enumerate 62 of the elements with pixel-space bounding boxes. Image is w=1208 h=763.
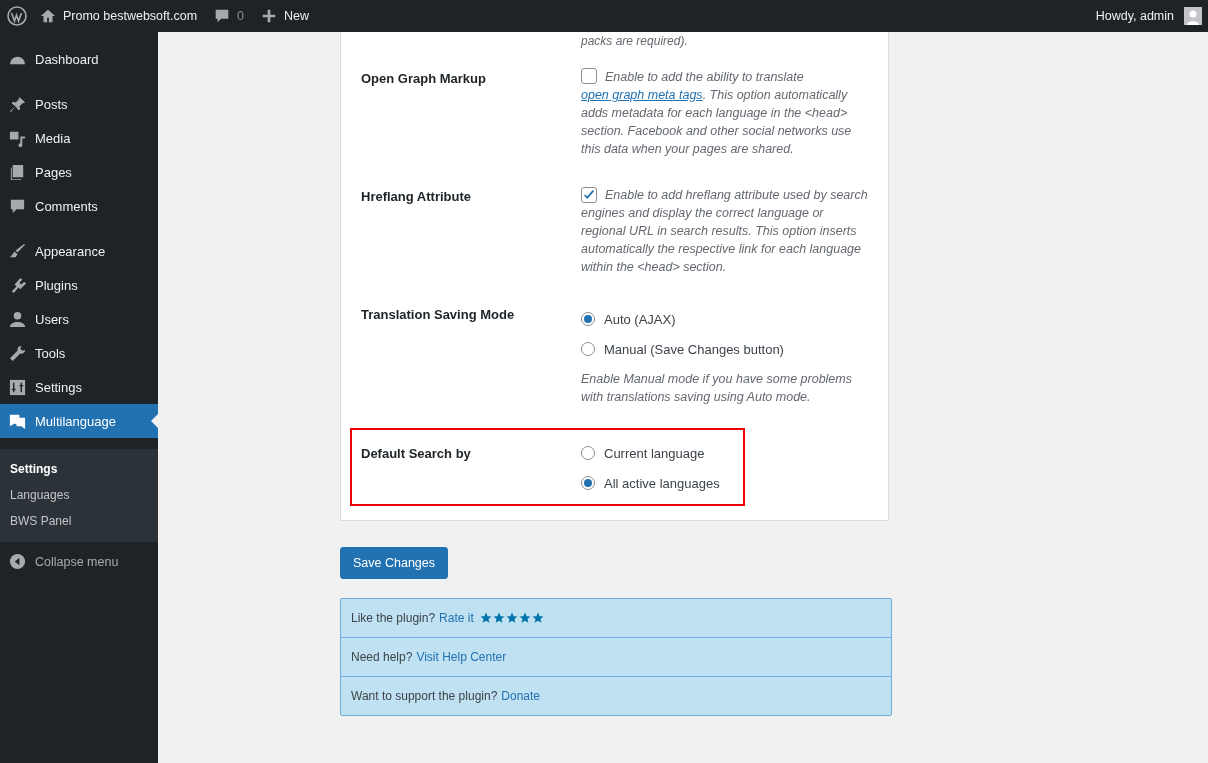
comments-link[interactable]: 0 xyxy=(213,7,245,25)
sidebar-item[interactable]: Users xyxy=(0,302,158,336)
star-icon xyxy=(492,612,505,624)
info-link[interactable]: Rate it xyxy=(439,611,474,625)
sidebar-item[interactable]: Media xyxy=(0,121,158,155)
sidebar-item[interactable]: Posts xyxy=(0,87,158,121)
pin-icon xyxy=(8,94,27,114)
user-icon xyxy=(8,309,27,329)
wrench-icon xyxy=(8,343,27,363)
submenu-item[interactable]: BWS Panel xyxy=(0,508,158,534)
sidebar-item[interactable]: Tools xyxy=(0,336,158,370)
submenu-item[interactable]: Languages xyxy=(0,482,158,508)
star-icon xyxy=(505,612,518,624)
radio-label: Current language xyxy=(604,445,705,461)
wordpress-logo-icon[interactable] xyxy=(7,6,27,26)
radio-label: All active languages xyxy=(604,475,720,491)
info-text: Need help? xyxy=(351,650,413,664)
description-text: Enable Manual mode if you have some problems with translations saving using Auto mode. xyxy=(581,371,853,406)
setting-label: Hreflang Attribute xyxy=(361,188,473,206)
star-icon xyxy=(518,612,531,624)
radio-button[interactable] xyxy=(581,342,595,356)
sidebar-item[interactable]: Comments xyxy=(0,189,158,223)
star-icon xyxy=(531,612,544,624)
checkbox[interactable] xyxy=(581,68,597,84)
checkbox-description: Enable to add hreflang attribute used by search engines and display the correct language or regional URL in search results. This option inserts automatically the respective link for each language within the <head> section. xyxy=(581,186,868,276)
sidebar-item[interactable]: Multilanguage xyxy=(0,404,158,438)
sidebar-item[interactable]: Dashboard xyxy=(0,42,158,76)
comment-count: 0 xyxy=(237,9,245,23)
sliders-icon xyxy=(8,377,27,397)
submenu-item[interactable]: Settings xyxy=(0,456,158,482)
greeting: Howdy, admin xyxy=(1095,9,1174,23)
radio-button[interactable] xyxy=(581,312,595,326)
new-label: New xyxy=(284,9,310,23)
checkbox[interactable] xyxy=(581,187,597,203)
radio-label: Manual (Save Changes button) xyxy=(604,341,784,357)
info-link[interactable]: Donate xyxy=(501,689,541,703)
collapse-icon xyxy=(8,552,27,571)
info-link[interactable]: Visit Help Center xyxy=(416,650,507,664)
save-changes-button[interactable]: Save Changes xyxy=(340,547,448,579)
checkbox-description: Enable to add the ability to translate open graph meta tags. This option automatically adds metadata for each language in the <head> section. Facebook and other social networks use this data when your pages are shared. xyxy=(581,68,853,158)
description-text: packs are required). xyxy=(581,33,689,50)
star-icon xyxy=(479,612,492,624)
radio-button[interactable] xyxy=(581,476,595,490)
sidebar-item[interactable]: Pages xyxy=(0,155,158,189)
setting-label: Default Search by xyxy=(361,445,472,463)
home-icon xyxy=(39,7,57,25)
sidebar-item[interactable]: Plugins xyxy=(0,268,158,302)
avatar-icon xyxy=(1184,7,1202,25)
setting-label: Translation Saving Mode xyxy=(361,306,516,324)
site-name: Promo bestwebsoft.com xyxy=(63,9,198,23)
radio-button[interactable] xyxy=(581,446,595,460)
info-text: Like the plugin? xyxy=(351,611,436,625)
setting-label: Open Graph Markup xyxy=(361,70,487,88)
meta-tags-link[interactable]: open graph meta tags xyxy=(581,88,703,102)
account-link[interactable]: Howdy, admin xyxy=(1095,7,1202,25)
info-text: Want to support the plugin? xyxy=(351,689,498,703)
collapse-menu-button[interactable]: Collapse menu xyxy=(0,544,158,579)
new-link[interactable]: New xyxy=(260,7,310,25)
sidebar-item[interactable]: Appearance xyxy=(0,234,158,268)
site-name-link[interactable]: Promo bestwebsoft.com xyxy=(39,7,198,25)
radio-label: Auto (AJAX) xyxy=(604,311,676,327)
sidebar-item[interactable]: Settings xyxy=(0,370,158,404)
